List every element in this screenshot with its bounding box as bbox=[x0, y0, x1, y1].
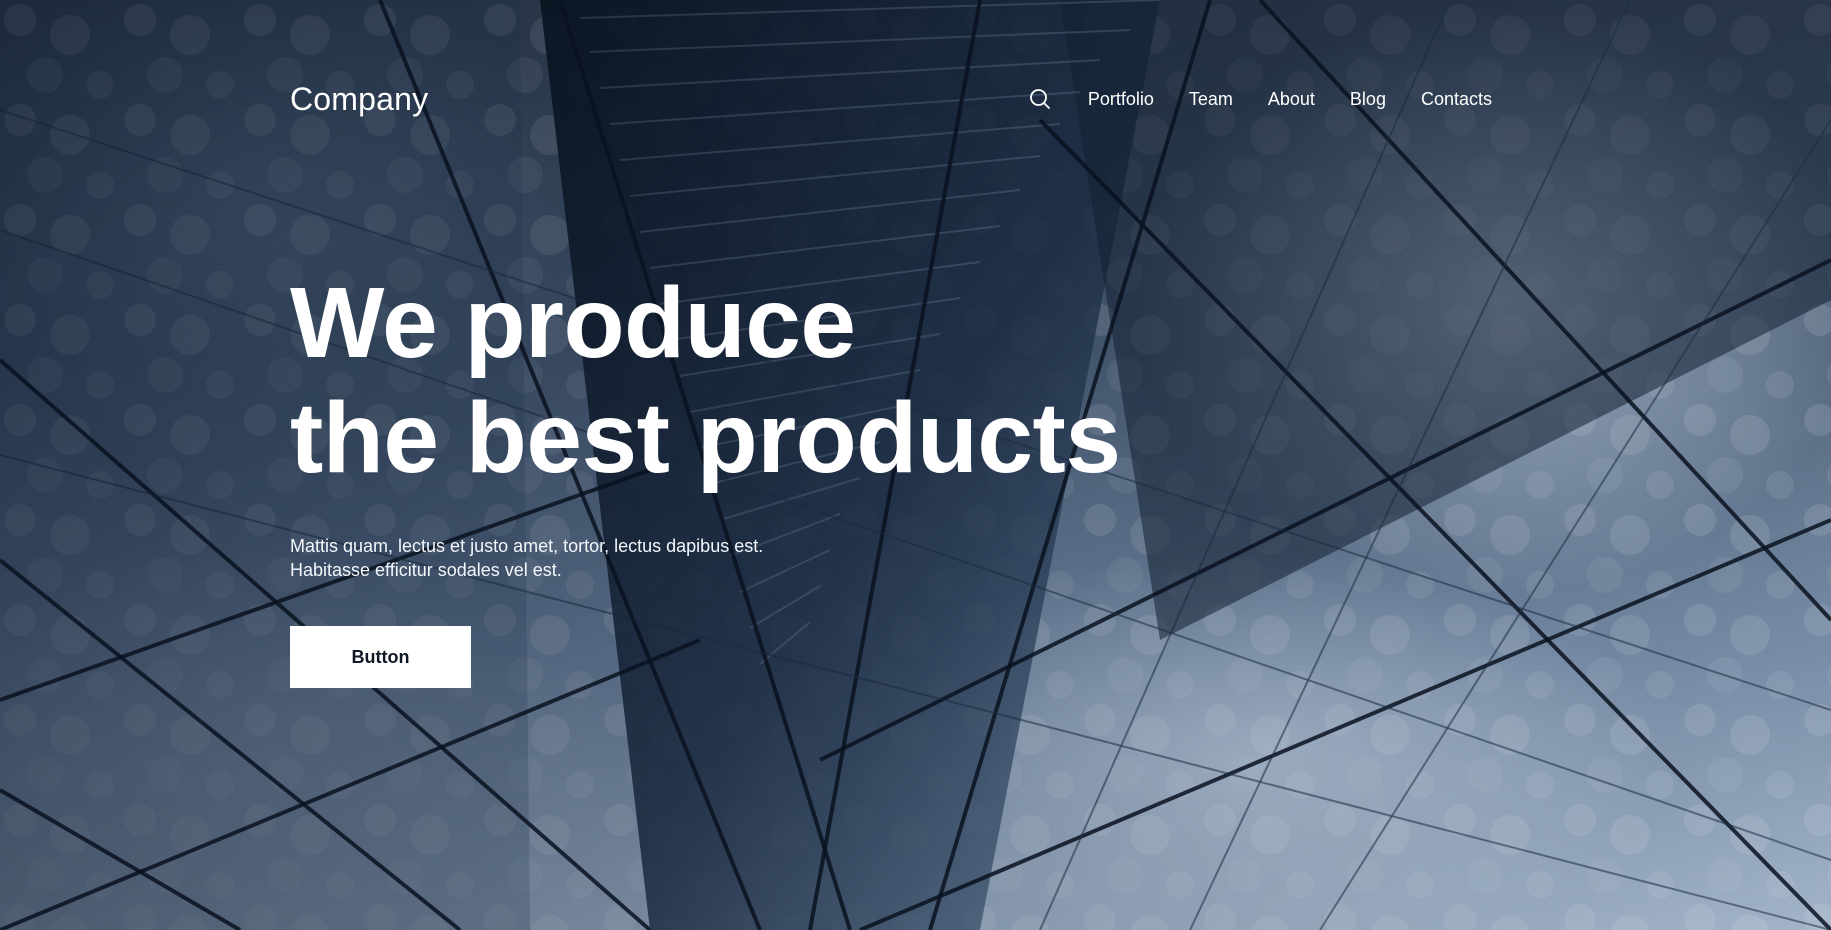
main-navigation: Portfolio Team About Blog Contacts bbox=[1027, 86, 1492, 112]
hero-cta-button[interactable]: Button bbox=[290, 626, 471, 688]
nav-link-blog[interactable]: Blog bbox=[1350, 89, 1386, 110]
hero-subtext-line-1: Mattis quam, lectus et justo amet, torto… bbox=[290, 536, 764, 556]
hero-copy: We produce the best products Mattis quam… bbox=[290, 266, 1240, 582]
hero-subtext-line-2: Habitasse efficitur sodales vel est. bbox=[290, 560, 562, 580]
search-icon bbox=[1029, 89, 1050, 109]
nav-link-team[interactable]: Team bbox=[1189, 89, 1233, 110]
site-header: Company Portfolio Team About Blog Contac… bbox=[290, 78, 1492, 120]
nav-link-contacts[interactable]: Contacts bbox=[1421, 89, 1492, 110]
company-logo[interactable]: Company bbox=[290, 81, 428, 118]
hero-headline-line-1: We produce bbox=[290, 267, 856, 379]
nav-link-portfolio[interactable]: Portfolio bbox=[1088, 89, 1154, 110]
nav-link-about[interactable]: About bbox=[1268, 89, 1315, 110]
search-button[interactable] bbox=[1027, 86, 1053, 112]
hero-subtext: Mattis quam, lectus et justo amet, torto… bbox=[290, 534, 1240, 582]
hero-headline: We produce the best products bbox=[290, 266, 1240, 496]
hero-headline-line-2: the best products bbox=[290, 382, 1121, 494]
